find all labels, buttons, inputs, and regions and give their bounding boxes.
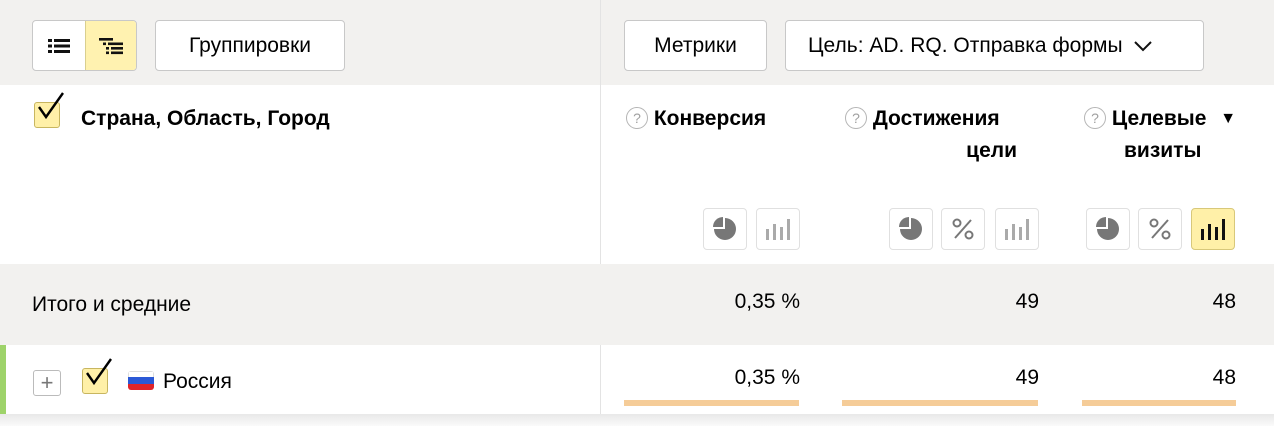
view-list-button[interactable] [33,21,85,70]
dimension-title: Страна, Область, Город [81,107,330,130]
totals-target-visits: 48 [1212,290,1236,313]
pie-chart-icon [713,217,736,240]
checkmark-icon [86,358,112,386]
list-icon [47,38,70,53]
row-marker [0,345,6,414]
totals-row [0,264,1274,345]
percent-icon [952,218,974,240]
chevron-down-icon [1133,40,1152,51]
column-header-target-visits[interactable]: ? Целевые ▼ визиты [1084,103,1244,167]
metrics-button[interactable]: Метрики [624,20,767,71]
row-goal-reaches: 49 [1015,366,1039,389]
tree-list-icon [98,37,123,54]
bar-chart-icon [1201,219,1225,240]
bar-chart-button[interactable] [995,208,1039,250]
help-icon[interactable]: ? [626,107,648,129]
percent-icon [1149,218,1171,240]
pie-chart-icon [1096,217,1119,240]
view-tree-button[interactable] [84,21,136,70]
russia-flag-icon [128,371,154,390]
row-conversion: 0,35 % [734,366,800,389]
table-bottom-edge [0,414,1274,426]
column-header-goal-reaches[interactable]: ? Достижения цели [845,103,1017,167]
bar-chart-button[interactable] [756,208,800,250]
bar-chart-icon [1005,219,1029,240]
bar-chart-icon [766,219,790,240]
checkmark-icon [38,92,64,120]
view-mode-switch [32,20,137,71]
pie-chart-button[interactable] [889,208,933,250]
goal-select[interactable]: Цель: AD. RQ. Отправка формы [785,20,1204,71]
sort-desc-icon[interactable]: ▼ [1220,110,1236,127]
expand-row-button[interactable]: + [33,370,61,396]
bar-chart-button-active[interactable] [1191,208,1235,250]
goal-select-label: Цель: AD. RQ. Отправка формы [808,33,1123,57]
row-label: Россия [163,370,232,393]
percent-button[interactable] [941,208,985,250]
pie-chart-icon [899,217,922,240]
totals-label: Итого и средние [32,293,192,316]
select-all-checkbox[interactable] [34,92,64,128]
row-checkbox[interactable] [82,358,112,394]
totals-goal-reaches: 49 [1015,290,1039,313]
help-icon[interactable]: ? [845,107,867,129]
column-header-conversion[interactable]: ? Конверсия [626,103,766,135]
value-bar-goal-reaches [842,400,1038,406]
percent-button[interactable] [1138,208,1182,250]
column-divider [600,0,601,414]
help-icon[interactable]: ? [1084,107,1106,129]
value-bar-target-visits [1082,400,1236,406]
pie-chart-button[interactable] [1086,208,1130,250]
totals-conversion: 0,35 % [734,290,800,313]
groupings-button[interactable]: Группировки [155,20,345,71]
pie-chart-button[interactable] [703,208,747,250]
value-bar-conversion [624,400,799,406]
row-target-visits: 48 [1212,366,1236,389]
